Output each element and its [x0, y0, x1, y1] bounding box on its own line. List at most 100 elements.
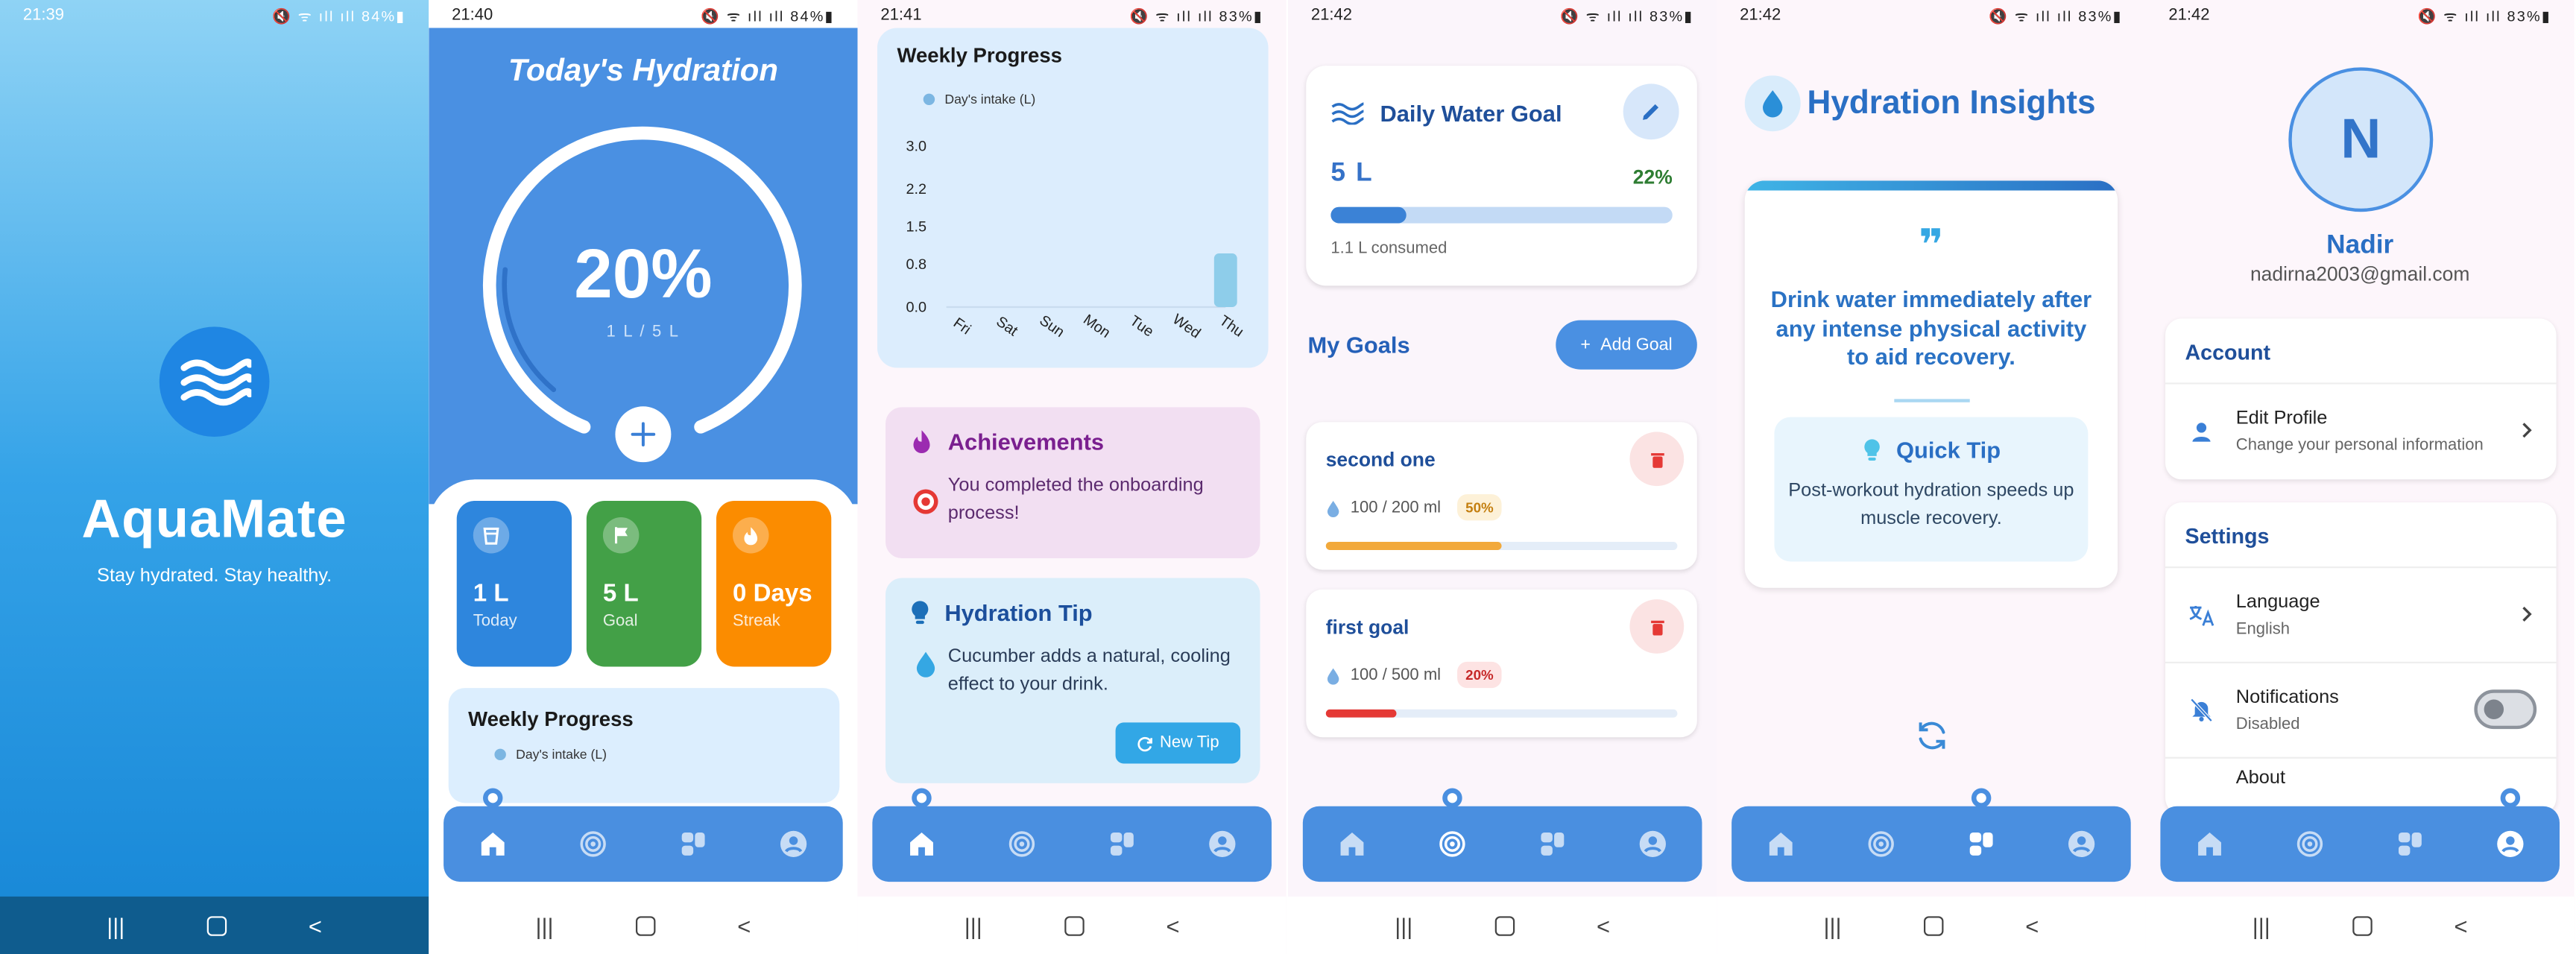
battery-level: 83% — [1649, 7, 1685, 24]
profile-icon — [780, 830, 806, 858]
add-goal-label: Add Goal — [1600, 335, 1673, 355]
status-bar: 21:40 🔇 ᯤ ıll ıll 84%▮ — [429, 0, 857, 30]
account-heading: Account — [2165, 318, 2557, 385]
edit-profile-description: Change your personal information — [2235, 437, 2484, 455]
recent-apps-button[interactable]: ||| — [1823, 912, 1841, 938]
back-button[interactable]: < — [309, 912, 322, 938]
nav-profile[interactable] — [773, 824, 812, 864]
back-button[interactable]: < — [2025, 912, 2039, 938]
nav-insights[interactable] — [1532, 824, 1572, 864]
insights-screen: 21:42 🔇 ᯤ ıll ıll 83%▮ Hydration Insight… — [1717, 0, 2146, 954]
daily-goal-progress-fill — [1330, 206, 1407, 224]
nav-home[interactable] — [474, 793, 514, 864]
home-button[interactable] — [635, 915, 656, 935]
trash-icon — [1650, 620, 1664, 636]
tip-title: Hydration Tip — [944, 599, 1093, 626]
home-button[interactable] — [1494, 915, 1515, 935]
edit-profile-label: Edit Profile — [2235, 408, 2328, 429]
nav-home[interactable] — [1762, 824, 1802, 864]
status-bar: 21:42 🔇 ᯤ ıll ıll 83%▮ — [2146, 0, 2575, 30]
recent-apps-button[interactable]: ||| — [2253, 912, 2270, 938]
nav-insights[interactable] — [1102, 824, 1142, 864]
droplet-icon — [1327, 499, 1339, 517]
recent-apps-button[interactable]: ||| — [107, 912, 124, 938]
goals-screen: 21:42 🔇 ᯤ ıll ıll 83%▮ Daily Water Goal … — [1288, 0, 1717, 954]
recent-apps-button[interactable]: ||| — [1395, 912, 1412, 938]
home-button[interactable] — [1923, 915, 1944, 935]
stat-label: Goal — [602, 612, 638, 631]
new-tip-button[interactable]: New Tip — [1115, 722, 1241, 764]
recent-apps-button[interactable]: ||| — [535, 912, 553, 938]
edit-profile-row[interactable]: Edit Profile Change your personal inform… — [2165, 385, 2557, 480]
nav-profile[interactable] — [1202, 824, 1242, 864]
goal-item[interactable]: second one 100 / 200 ml 50% — [1306, 422, 1697, 570]
splash-screen: 21:39 🔇 ᯤ ıll ıll 84%▮ AquaMate Stay hyd… — [0, 0, 429, 954]
nav-home[interactable] — [1333, 824, 1372, 864]
nav-goals[interactable] — [1003, 824, 1042, 864]
pencil-icon — [1643, 104, 1659, 120]
translate-icon — [2185, 604, 2217, 627]
refresh-insight-button[interactable] — [1914, 718, 1950, 754]
quote-icon: ❞ — [1919, 220, 1944, 270]
nav-goals[interactable] — [574, 824, 613, 864]
x-tick-label: Tue — [1127, 312, 1157, 340]
x-tick-label: Thu — [1216, 312, 1247, 341]
nav-insights[interactable] — [2390, 824, 2430, 864]
battery-level: 84% — [790, 7, 825, 24]
add-goal-button[interactable]: + Add Goal — [1556, 320, 1697, 370]
notifications-toggle[interactable] — [2474, 689, 2537, 730]
nav-profile[interactable] — [2061, 824, 2100, 864]
delete-goal-button[interactable] — [1629, 599, 1685, 654]
system-nav-bar: ||| < — [0, 896, 429, 954]
nav-insights[interactable] — [673, 824, 713, 864]
legend-label: Day's intake (L) — [944, 92, 1036, 107]
target-icon — [1439, 831, 1465, 857]
battery-level: 84% — [361, 7, 397, 24]
daily-goal-progress-bar — [1330, 206, 1673, 224]
droplet-icon — [1744, 75, 1801, 132]
nav-insights[interactable] — [1961, 793, 2001, 864]
tip-header: Hydration Tip — [909, 599, 1237, 625]
progress-percent: 20% — [574, 235, 713, 312]
daily-goal-title: Daily Water Goal — [1380, 100, 1562, 127]
x-tick-label: Mon — [1080, 312, 1113, 341]
battery-level: 83% — [1219, 7, 1254, 24]
nav-profile[interactable] — [1632, 824, 1672, 864]
page-title: Hydration Insights — [1807, 84, 2096, 121]
x-tick-label: Sat — [993, 313, 1020, 339]
delete-goal-button[interactable] — [1629, 432, 1685, 487]
back-button[interactable]: < — [1597, 912, 1610, 938]
stat-card-today: 1 L Today — [456, 500, 572, 667]
nav-goals[interactable] — [1433, 793, 1472, 864]
nav-profile[interactable] — [2490, 793, 2530, 864]
nav-home[interactable] — [903, 793, 942, 864]
app-title: AquaMate — [81, 487, 347, 549]
language-row[interactable]: Language English — [2165, 568, 2557, 664]
status-bar: 21:42 🔇 ᯤ ıll ıll 83%▮ — [1288, 0, 1717, 30]
weekly-progress-chart-card: Weekly Progress Day's intake (L) 3.0 2.2 1… — [877, 28, 1269, 368]
settings-section: Settings Language English Notifications … — [2165, 502, 2557, 815]
avatar[interactable]: N — [2288, 67, 2434, 212]
home-button[interactable] — [206, 915, 227, 935]
status-bar: 21:39 🔇 ᯤ ıll ıll 84%▮ — [0, 0, 429, 30]
recent-apps-button[interactable]: ||| — [965, 912, 982, 938]
chart-title: Weekly Progress — [897, 44, 1063, 68]
back-button[interactable]: < — [737, 912, 751, 938]
nav-goals[interactable] — [1862, 824, 1901, 864]
add-water-button[interactable] — [613, 404, 674, 465]
home-button[interactable] — [2352, 915, 2373, 935]
insight-quote: Drink water immediately after any intens… — [1770, 285, 2092, 370]
status-time: 21:40 — [452, 5, 493, 24]
edit-goal-button[interactable] — [1623, 83, 1679, 140]
bell-off-icon — [2185, 698, 2217, 722]
nav-home[interactable] — [2191, 824, 2230, 864]
target-icon — [2297, 831, 2323, 857]
y-tick-label: 2.2 — [906, 181, 927, 198]
goal-item[interactable]: first goal 100 / 500 ml 20% — [1306, 589, 1697, 738]
goal-progress-row: 100 / 200 ml 50% — [1326, 494, 1678, 521]
back-button[interactable]: < — [1166, 912, 1179, 938]
home-button[interactable] — [1064, 915, 1085, 935]
nav-goals[interactable] — [2291, 824, 2330, 864]
stat-label: Today — [473, 612, 517, 631]
back-button[interactable]: < — [2454, 912, 2467, 938]
